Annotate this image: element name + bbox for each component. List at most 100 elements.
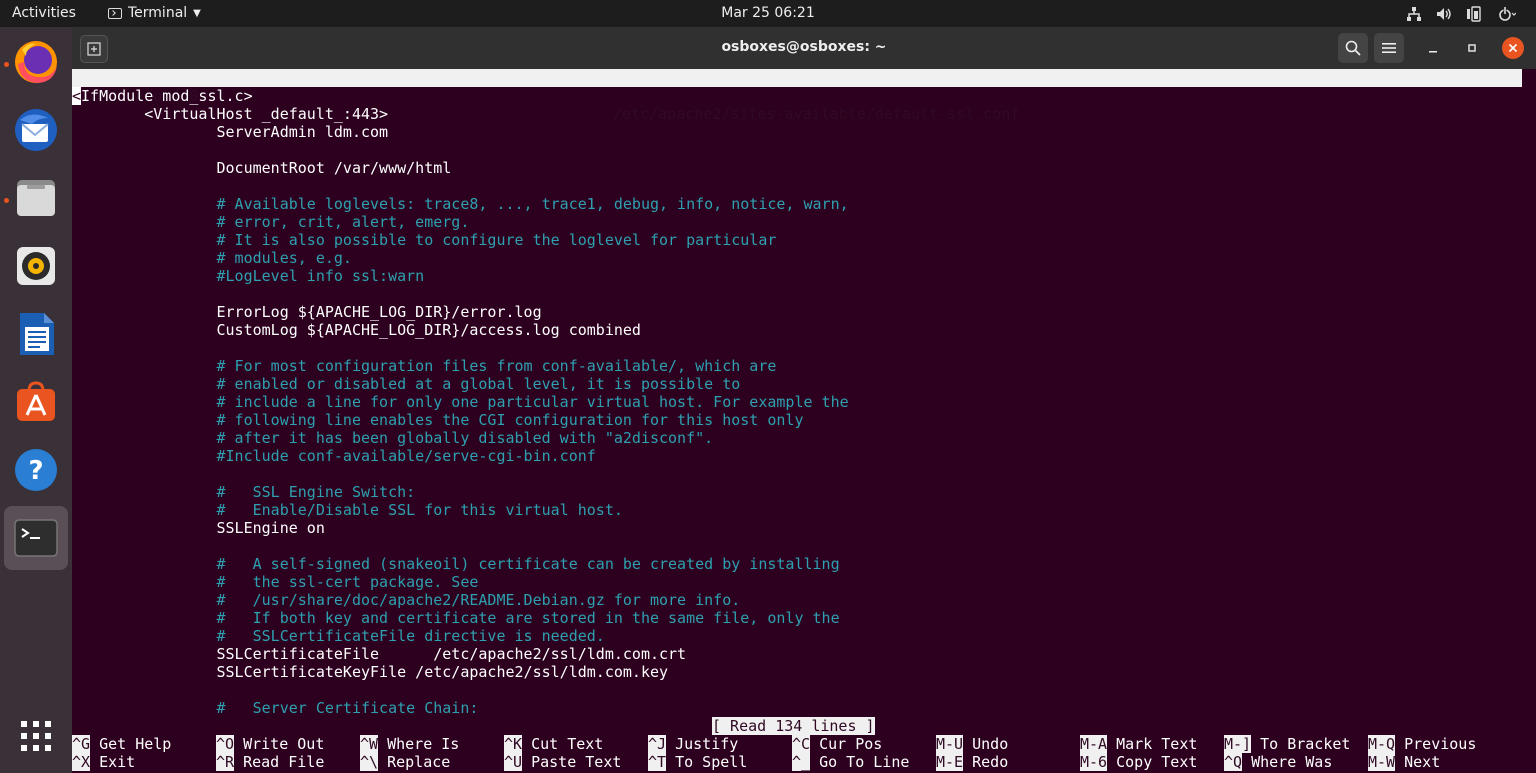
dock-ubuntu-software[interactable] [4,370,68,434]
code-line: <VirtualHost _default_:443> [72,105,389,123]
shortcut-cut-text[interactable]: ^K Cut Text [504,735,603,753]
shortcut-undo[interactable]: M-U Undo [936,735,1008,753]
window-header[interactable]: osboxes@osboxes: ~ [72,27,1536,69]
shortcut-key: M-Q [1368,735,1396,753]
files-icon [17,180,55,216]
shortcut-exit[interactable]: ^X Exit [72,753,135,771]
shortcut-next[interactable]: M-W Next [1368,753,1440,771]
comment-line: # error, crit, alert, emerg. [72,213,470,231]
firefox-icon [15,41,57,83]
file-path: /etc/apache2/sites-available/default-ssl… [613,105,1020,123]
shortcut-label: Replace [378,753,451,771]
comment-line: # Available loglevels: trace8, ..., trac… [72,195,849,213]
shortcut-cur-pos[interactable]: ^C Cur Pos [792,735,882,753]
shortcut-label: Undo [963,735,1009,753]
minimize-button[interactable] [1422,37,1444,59]
shortcut-go-to-line[interactable]: ^_ Go To Line [792,753,909,771]
shortcut-replace[interactable]: ^\ Replace [360,753,450,771]
shortcut-label: Exit [90,753,136,771]
shortcut-mark-text[interactable]: M-A Mark Text [1080,735,1197,753]
shortcut-where-was[interactable]: ^Q Where Was [1224,753,1332,771]
shortcut-key: ^\ [360,753,379,771]
search-button[interactable] [1338,33,1368,63]
system-tray[interactable] [1406,0,1516,27]
shortcut-previous[interactable]: M-Q Previous [1368,735,1476,753]
shortcut-key: ^W [360,735,379,753]
shortcut-key: M-A [1080,735,1108,753]
shortcut-key: M-E [936,753,964,771]
shortcut-read-file[interactable]: ^R Read File [216,753,324,771]
shortcut-redo[interactable]: M-E Redo [936,753,1008,771]
dock-thunderbird[interactable] [4,98,68,162]
shortcut-label: Get Help [90,735,172,753]
dock-firefox[interactable] [4,30,68,94]
code-line: DocumentRoot /var/www/html [72,159,452,177]
writer-icon [20,313,54,355]
comment-line: # For most configuration files from conf… [72,357,777,375]
comment-line: # after it has been globally disabled wi… [72,429,714,447]
shortcut-label: Go To Line [810,753,910,771]
shortcut-key: ^J [648,735,667,753]
shortcut-where-is[interactable]: ^W Where Is [360,735,459,753]
window-title: osboxes@osboxes: ~ [721,39,887,55]
terminal-area[interactable]: GNU nano 4.8 /etc/apache2/sites-availabl… [72,69,1522,773]
show-applications-button[interactable] [4,704,68,768]
hamburger-icon [1382,43,1396,53]
comment-line: # SSLCertificateFile directive is needed… [72,627,605,645]
shortcut-label: Cut Text [522,735,604,753]
comment-line: # SSL Engine Switch: [72,483,416,501]
comment-line: # A self-signed (snakeoil) certificate c… [72,555,840,573]
comment-line: # If both key and certificate are stored… [72,609,840,627]
shortcut-justify[interactable]: ^J Justify [648,735,738,753]
shortcut-to-bracket[interactable]: M-] To Bracket [1224,735,1350,753]
code-line: ErrorLog ${APACHE_LOG_DIR}/error.log [72,303,542,321]
volume-icon [1436,6,1452,22]
dock-files[interactable] [4,166,68,230]
shortcut-key: ^_ [792,753,811,771]
scrollbar[interactable] [1522,69,1536,773]
help-icon: ? [15,449,57,491]
dock-terminal[interactable] [4,506,68,570]
text-cursor: < [72,87,82,105]
rhythmbox-icon [17,247,55,285]
shortcut-key: ^Q [1224,753,1243,771]
code-line: SSLEngine on [72,519,325,537]
menu-button[interactable] [1374,33,1404,63]
thunderbird-icon [15,109,57,151]
code-line: SSLCertificateKeyFile /etc/apache2/ssl/l… [72,663,669,681]
shortcut-to-spell[interactable]: ^T To Spell [648,753,747,771]
app-menu[interactable]: Terminal ▼ [108,0,201,27]
shortcut-copy-text[interactable]: M-6 Copy Text [1080,753,1197,771]
new-tab-button[interactable] [80,35,108,63]
dock-libreoffice-writer[interactable] [4,302,68,366]
dock-rhythmbox[interactable] [4,234,68,298]
app-grid-icon [21,721,51,751]
shortcut-label: To Spell [666,753,748,771]
close-button[interactable] [1502,37,1524,59]
shortcut-key: M-] [1224,735,1252,753]
comment-line: # include a line for only one particular… [72,393,849,411]
network-icon [1406,6,1422,22]
svg-text:?: ? [28,456,43,486]
new-tab-icon [87,42,101,56]
close-icon [1508,43,1518,53]
clock[interactable]: Mar 25 06:21 [721,5,814,21]
comment-line: # Server Certificate Chain: [72,699,479,717]
activities-button[interactable]: Activities [12,0,76,27]
software-store-icon [17,381,55,421]
shortcut-get-help[interactable]: ^G Get Help [72,735,171,753]
dock-help[interactable]: ? [4,438,68,502]
shortcut-key: M-U [936,735,964,753]
comment-line: # /usr/share/doc/apache2/README.Debian.g… [72,591,741,609]
shortcut-key: ^T [648,753,667,771]
shortcut-write-out[interactable]: ^O Write Out [216,735,324,753]
shortcut-label: Redo [963,753,1009,771]
comment-line: #LogLevel info ssl:warn [72,267,425,285]
code-line: SSLCertificateFile /etc/apache2/ssl/ldm.… [72,645,687,663]
maximize-button[interactable] [1461,37,1483,59]
shortcut-label: Copy Text [1107,753,1198,771]
caret-down-icon: ▼ [193,8,201,19]
shortcut-key: ^R [216,753,235,771]
comment-line: # Enable/Disable SSL for this virtual ho… [72,501,623,519]
shortcut-paste-text[interactable]: ^U Paste Text [504,753,621,771]
